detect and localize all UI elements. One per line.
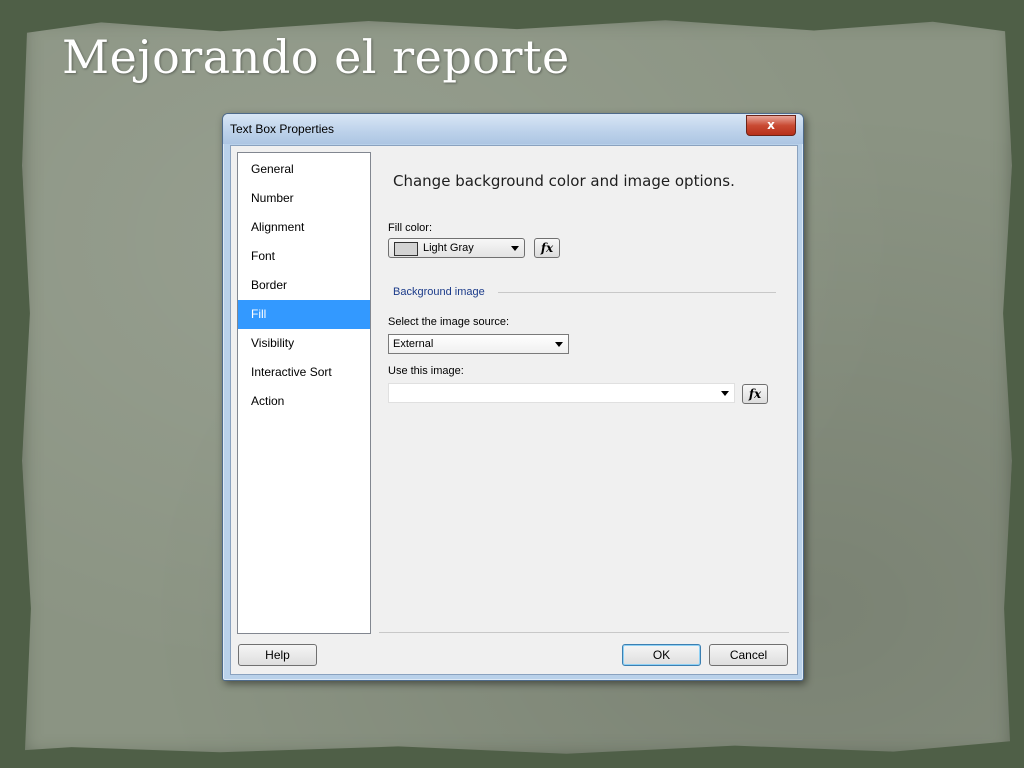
nav-item-border[interactable]: Border xyxy=(238,271,370,300)
fill-color-expression-button[interactable]: fx xyxy=(534,238,560,258)
slide-title: Mejorando el reporte xyxy=(62,30,570,84)
color-swatch xyxy=(394,242,418,256)
use-image-label: Use this image: xyxy=(388,365,464,377)
text-box-properties-dialog: Text Box Properties x General Number Ali… xyxy=(222,113,804,681)
nav-item-font[interactable]: Font xyxy=(238,242,370,271)
fill-color-label: Fill color: xyxy=(388,222,433,234)
nav-item-interactive-sort[interactable]: Interactive Sort xyxy=(238,358,370,387)
nav-item-action[interactable]: Action xyxy=(238,387,370,416)
image-source-dropdown[interactable]: External xyxy=(388,334,569,354)
group-divider xyxy=(498,292,776,293)
nav-item-alignment[interactable]: Alignment xyxy=(238,213,370,242)
nav-item-fill[interactable]: Fill xyxy=(238,300,370,329)
fill-color-value: Light Gray xyxy=(423,242,474,254)
property-page-list: General Number Alignment Font Border Fil… xyxy=(237,152,371,634)
help-button[interactable]: Help xyxy=(238,644,317,666)
background-image-group-label: Background image xyxy=(393,286,485,298)
function-icon: fx xyxy=(748,387,762,401)
close-icon: x xyxy=(767,118,775,132)
chevron-down-icon xyxy=(721,391,729,396)
nav-item-visibility[interactable]: Visibility xyxy=(238,329,370,358)
dialog-titlebar[interactable]: Text Box Properties x xyxy=(223,114,803,144)
fill-color-dropdown[interactable]: Light Gray xyxy=(388,238,525,258)
image-source-label: Select the image source: xyxy=(388,316,510,328)
fill-page: Change background color and image option… xyxy=(388,146,797,674)
nav-item-general[interactable]: General xyxy=(238,155,370,184)
chevron-down-icon xyxy=(555,342,563,347)
function-icon: fx xyxy=(540,241,554,255)
cancel-button[interactable]: Cancel xyxy=(709,644,788,666)
image-expression-button[interactable]: fx xyxy=(742,384,768,404)
ok-button[interactable]: OK xyxy=(622,644,701,666)
close-button[interactable]: x xyxy=(746,115,796,136)
image-source-value: External xyxy=(393,338,434,350)
dialog-title: Text Box Properties xyxy=(230,122,335,136)
use-image-combobox[interactable] xyxy=(388,383,735,403)
dialog-client-area: General Number Alignment Font Border Fil… xyxy=(230,145,798,675)
page-heading: Change background color and image option… xyxy=(393,172,735,190)
nav-item-number[interactable]: Number xyxy=(238,184,370,213)
footer-divider xyxy=(379,632,789,633)
chevron-down-icon xyxy=(511,246,519,251)
